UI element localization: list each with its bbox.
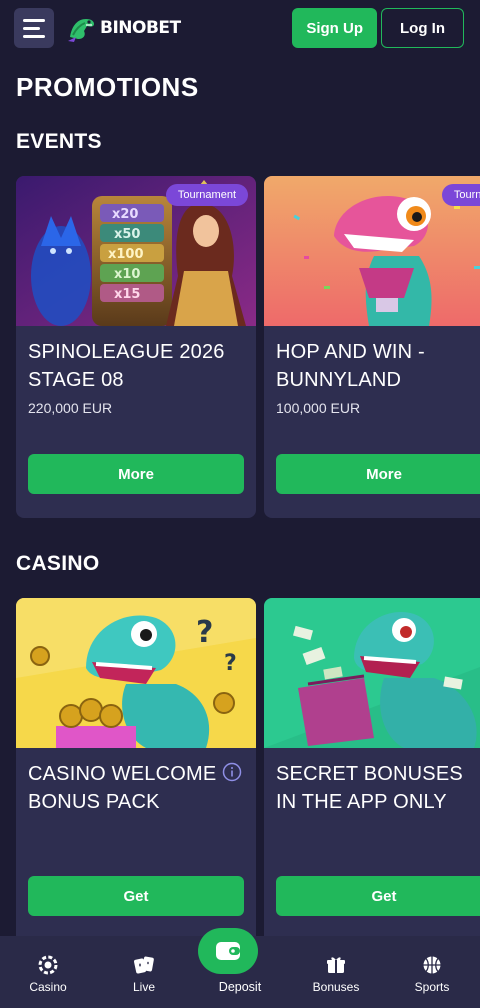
casino-card-title: SECRET BONUSES IN THE APP ONLY — [276, 763, 463, 813]
casino-card-body: SECRET BONUSES IN THE APP ONLY — [264, 748, 480, 816]
svg-text:?: ? — [224, 651, 237, 676]
nav-label: Bonuses — [312, 980, 360, 994]
wallet-icon — [216, 942, 240, 960]
event-card[interactable]: x20 x50 x100 x10 x15 Tournament SPINOLEA… — [16, 176, 256, 518]
casino-section-title: CASINO — [16, 552, 100, 575]
hamburger-line — [23, 18, 45, 22]
event-card-body: SPINOLEAGUE 2026 STAGE 08 220,000 EUR — [16, 326, 256, 416]
nav-item-sports[interactable]: Sports — [392, 954, 472, 994]
event-card-title: SPINOLEAGUE 2026 STAGE 08 — [28, 341, 225, 391]
nav-item-casino[interactable]: Casino — [8, 954, 88, 994]
svg-text:x10: x10 — [114, 267, 140, 282]
get-button[interactable]: Get — [28, 876, 244, 916]
casino-bonus-card[interactable]: ? ? CASINO WELCOME BONUS PACK Get — [16, 598, 256, 948]
brand-logo[interactable]: BINOBET — [64, 11, 181, 45]
nav-label: Casino — [29, 980, 67, 994]
svg-text:x50: x50 — [114, 227, 140, 242]
events-section-title: EVENTS — [16, 130, 102, 153]
casino-bonus-card[interactable]: SECRET BONUSES IN THE APP ONLY Get — [264, 598, 480, 948]
nav-label: Deposit — [218, 980, 262, 994]
svg-text:x100: x100 — [108, 247, 144, 262]
brand-name: BINOBET — [100, 18, 181, 38]
basketball-icon — [423, 956, 441, 974]
auth-actions: Sign Up Log In — [292, 8, 464, 48]
event-card-title: HOP AND WIN - BUNNYLAND — [276, 341, 425, 391]
svg-text:?: ? — [196, 615, 213, 650]
event-card-image: x20 x50 x100 x10 x15 Tournament — [16, 176, 256, 326]
cards-icon — [134, 956, 154, 974]
events-carousel[interactable]: x20 x50 x100 x10 x15 Tournament SPINOLEA… — [16, 176, 480, 518]
dino-logo-icon — [68, 19, 94, 42]
nav-item-bonuses[interactable]: Bonuses — [296, 954, 376, 994]
casino-card-title: CASINO WELCOME BONUS PACK — [28, 763, 217, 813]
casino-chip-icon — [38, 955, 58, 975]
event-card-image: Tournament — [264, 176, 480, 326]
top-header: BINOBET Sign Up Log In — [0, 0, 480, 56]
casino-card-body: CASINO WELCOME BONUS PACK — [16, 748, 256, 816]
more-button[interactable]: More — [28, 454, 244, 494]
tournament-badge: Tournament — [165, 184, 248, 206]
log-in-button[interactable]: Log In — [381, 8, 464, 48]
event-card-prize: 100,000 EUR — [276, 400, 361, 416]
dino-coins-artwork: ? ? — [16, 598, 256, 748]
hamburger-line — [23, 34, 45, 38]
menu-button[interactable] — [14, 8, 54, 48]
svg-text:x15: x15 — [114, 287, 140, 302]
gift-icon — [327, 957, 345, 973]
nav-item-live[interactable]: Live — [104, 954, 184, 994]
deposit-button[interactable] — [198, 928, 258, 974]
hamburger-line — [23, 26, 40, 30]
dino-wallet-artwork — [264, 598, 480, 748]
casino-card-image: ? ? — [16, 598, 256, 748]
sign-up-button[interactable]: Sign Up — [292, 8, 377, 48]
more-button[interactable]: More — [276, 454, 480, 494]
tournament-badge: Tournament — [441, 184, 480, 206]
nav-label: Live — [132, 980, 155, 994]
info-icon[interactable] — [222, 762, 242, 782]
nav-label: Sports — [414, 980, 450, 994]
get-button[interactable]: Get — [276, 876, 480, 916]
event-card-body: HOP AND WIN - BUNNYLAND 100,000 EUR — [264, 326, 480, 416]
casino-card-image — [264, 598, 480, 748]
event-card-prize: 220,000 EUR — [28, 400, 113, 416]
casino-carousel[interactable]: ? ? CASINO WELCOME BONUS PACK Get SECRET… — [16, 598, 480, 948]
svg-text:x20: x20 — [112, 207, 138, 222]
page-title: PROMOTIONS — [16, 72, 199, 102]
event-card[interactable]: Tournament HOP AND WIN - BUNNYLAND 100,0… — [264, 176, 480, 518]
